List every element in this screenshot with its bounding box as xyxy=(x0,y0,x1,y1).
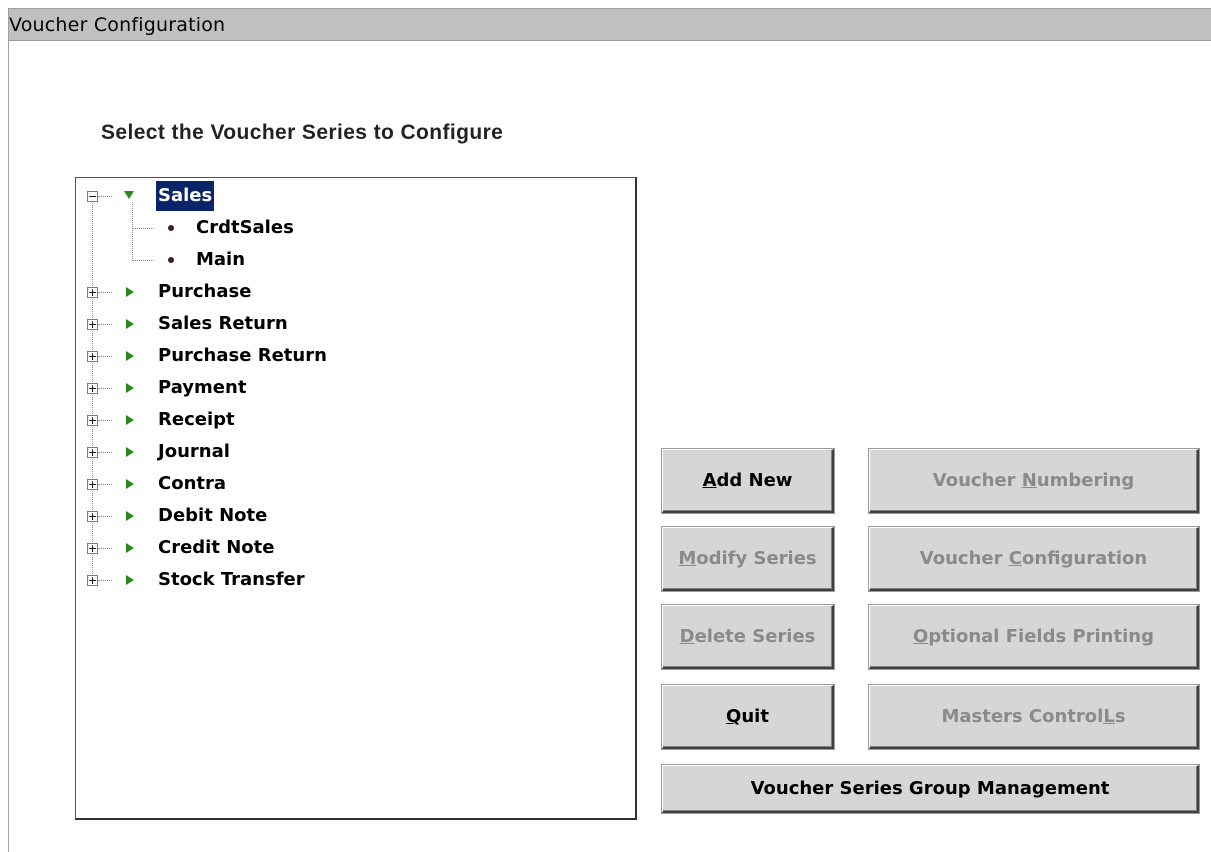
tree-node-contra[interactable]: + Contra xyxy=(76,469,636,499)
tree-node-label: Main xyxy=(196,249,246,270)
button-label: Voucher Numbering xyxy=(932,470,1135,491)
tree-connector xyxy=(98,516,112,517)
triangle-right-icon xyxy=(126,511,134,521)
delete-series-button[interactable]: Delete Series xyxy=(662,605,834,669)
tree-node-label: Credit Note xyxy=(158,537,275,558)
button-label: Masters ControlLs xyxy=(941,706,1126,727)
bullet-icon xyxy=(168,225,174,231)
tree-connector xyxy=(98,484,112,485)
quit-button[interactable]: Quit xyxy=(662,685,834,749)
tree-node-sales[interactable]: − Sales xyxy=(76,181,636,211)
triangle-right-icon xyxy=(126,415,134,425)
plus-box-icon[interactable]: + xyxy=(87,383,98,394)
tree-node-credit-note[interactable]: + Credit Note xyxy=(76,533,636,563)
tree-node-label: Purchase Return xyxy=(158,345,327,366)
voucher-series-tree[interactable]: − Sales CrdtSales Main + Purchase + Sale… xyxy=(75,177,637,820)
tree-connector xyxy=(98,388,112,389)
tree-node-purchase-return[interactable]: + Purchase Return xyxy=(76,341,636,371)
tree-node-crdtsales[interactable]: CrdtSales xyxy=(76,213,636,243)
button-label: Optional Fields Printing xyxy=(913,626,1154,647)
minus-box-icon[interactable]: − xyxy=(87,191,98,202)
tree-connector xyxy=(98,548,112,549)
tree-connector xyxy=(132,260,154,261)
bullet-icon xyxy=(168,257,174,263)
triangle-right-icon xyxy=(126,543,134,553)
tree-node-payment[interactable]: + Payment xyxy=(76,373,636,403)
tree-node-label: Sales Return xyxy=(158,313,288,334)
tree-connector xyxy=(98,580,112,581)
triangle-right-icon xyxy=(126,575,134,585)
button-label: Add New xyxy=(702,470,793,491)
plus-box-icon[interactable]: + xyxy=(87,447,98,458)
voucher-configuration-button[interactable]: Voucher Configuration xyxy=(869,527,1199,591)
tree-node-main[interactable]: Main xyxy=(76,245,636,275)
tree-connector xyxy=(98,420,112,421)
button-label: Modify Series xyxy=(678,548,817,569)
tree-node-sales-return[interactable]: + Sales Return xyxy=(76,309,636,339)
tree-node-label: Stock Transfer xyxy=(158,569,305,590)
tree-node-label: Receipt xyxy=(158,409,235,430)
plus-box-icon[interactable]: + xyxy=(87,543,98,554)
tree-node-label: Contra xyxy=(158,473,227,494)
triangle-right-icon xyxy=(126,319,134,329)
plus-box-icon[interactable]: + xyxy=(87,415,98,426)
button-label: Quit xyxy=(726,706,769,727)
voucher-series-group-management-button[interactable]: Voucher Series Group Management xyxy=(662,765,1199,813)
triangle-right-icon xyxy=(126,287,134,297)
tree-connector xyxy=(98,324,112,325)
plus-box-icon[interactable]: + xyxy=(87,575,98,586)
plus-box-icon[interactable]: + xyxy=(87,319,98,330)
tree-node-label: Journal xyxy=(158,441,230,462)
triangle-down-icon xyxy=(124,191,134,199)
tree-node-label: CrdtSales xyxy=(196,217,294,238)
plus-box-icon[interactable]: + xyxy=(87,511,98,522)
tree-connector xyxy=(98,356,112,357)
voucher-configuration-window: Voucher Configuration Select the Voucher… xyxy=(8,8,1211,852)
plus-box-icon[interactable]: + xyxy=(87,287,98,298)
triangle-right-icon xyxy=(126,351,134,361)
triangle-right-icon xyxy=(126,447,134,457)
button-label: Voucher Configuration xyxy=(919,548,1148,569)
window-title: Voucher Configuration xyxy=(9,9,1211,41)
plus-box-icon[interactable]: + xyxy=(87,351,98,362)
triangle-right-icon xyxy=(126,479,134,489)
tree-node-label: Purchase xyxy=(158,281,252,302)
button-label: Delete Series xyxy=(679,626,816,647)
plus-box-icon[interactable]: + xyxy=(87,479,98,490)
masters-controls-button[interactable]: Masters ControlLs xyxy=(869,685,1199,749)
optional-fields-printing-button[interactable]: Optional Fields Printing xyxy=(869,605,1199,669)
tree-node-receipt[interactable]: + Receipt xyxy=(76,405,636,435)
tree-node-label: Payment xyxy=(158,377,247,398)
tree-node-purchase[interactable]: + Purchase xyxy=(76,277,636,307)
tree-node-label: Debit Note xyxy=(158,505,268,526)
tree-connector xyxy=(98,292,112,293)
voucher-numbering-button[interactable]: Voucher Numbering xyxy=(869,449,1199,513)
triangle-right-icon xyxy=(126,383,134,393)
tree-node-label: Sales xyxy=(156,181,215,211)
modify-series-button[interactable]: Modify Series xyxy=(662,527,834,591)
tree-connector xyxy=(98,452,112,453)
page-heading: Select the Voucher Series to Configure xyxy=(101,121,504,144)
tree-node-journal[interactable]: + Journal xyxy=(76,437,636,467)
tree-node-debit-note[interactable]: + Debit Note xyxy=(76,501,636,531)
add-new-button[interactable]: Add New xyxy=(662,449,834,513)
tree-connector xyxy=(98,196,112,197)
tree-connector xyxy=(132,228,154,229)
button-label: Voucher Series Group Management xyxy=(750,778,1110,799)
tree-node-stock-transfer[interactable]: + Stock Transfer xyxy=(76,565,636,595)
